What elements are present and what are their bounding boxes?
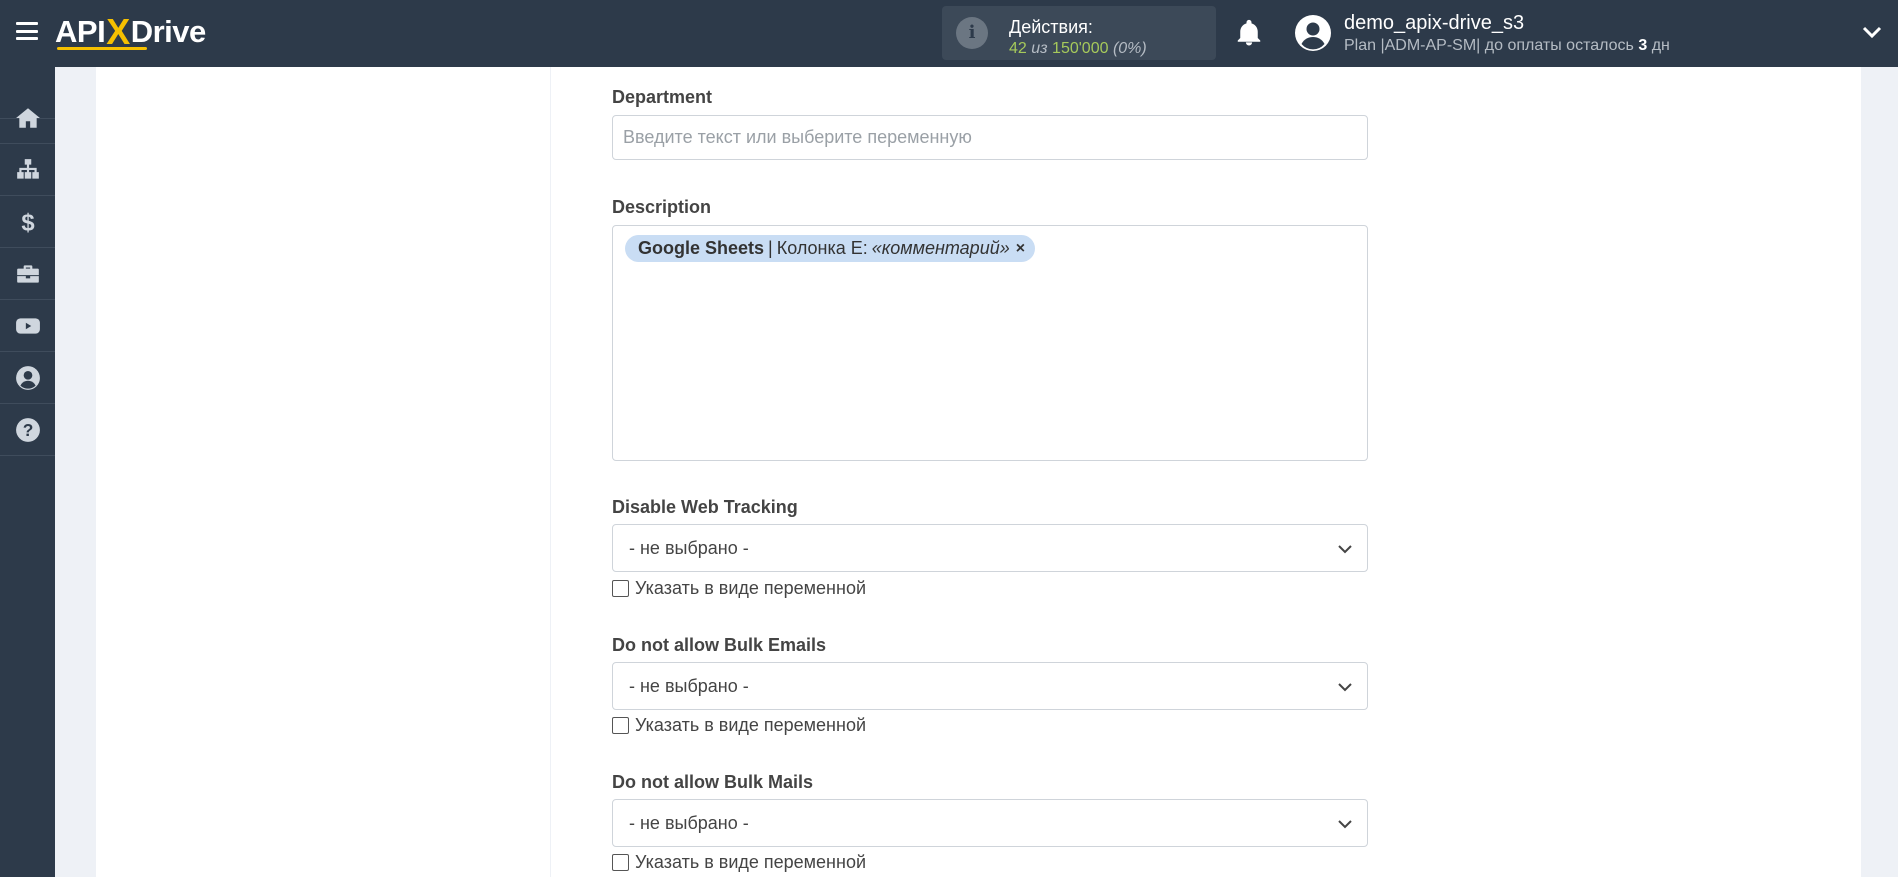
youtube-icon xyxy=(15,317,40,334)
apix-drive-logo[interactable]: API X Drive xyxy=(55,11,207,52)
chevron-down-icon[interactable] xyxy=(1862,24,1882,40)
briefcase-icon xyxy=(16,264,39,283)
bell-icon[interactable] xyxy=(1234,18,1264,48)
plan-text: Plan |ADM-AP-SM| до оплаты осталось xyxy=(1344,37,1634,54)
logo-underline xyxy=(57,47,147,50)
tag-variable: «комментарий» xyxy=(871,238,1010,258)
disable-web-tracking-label: Disable Web Tracking xyxy=(612,497,798,517)
bulk-mails-checkbox-label: Указать в виде переменной xyxy=(635,852,867,872)
disable-web-tracking-checkbox-label: Указать в виде переменной xyxy=(635,578,867,598)
bulk-emails-label: Do not allow Bulk Emails xyxy=(612,635,827,655)
sidebar-item-video[interactable] xyxy=(0,300,55,352)
description-textarea[interactable]: Google Sheets | Колонка E: «комментарий»… xyxy=(612,225,1368,461)
tag-separator: | xyxy=(768,238,773,258)
svg-text:?: ? xyxy=(22,419,33,439)
disable-web-tracking-variable-row[interactable]: Указать в виде переменной xyxy=(612,578,866,599)
actions-counter[interactable]: i Действия: 42 из 150'000 (0%) xyxy=(942,6,1216,60)
actions-stats: 42 из 150'000 (0%) xyxy=(1009,40,1147,58)
tag-column: Колонка E: xyxy=(776,238,868,258)
bulk-mails-value: - не выбрано - xyxy=(629,813,749,833)
logo-drive: Drive xyxy=(130,14,207,49)
sidebar-item-home-icon-wrap[interactable] xyxy=(0,92,55,144)
main-panel xyxy=(551,67,1861,877)
sidebar-item-billing[interactable]: $ xyxy=(0,196,55,248)
bulk-mails-checkbox[interactable] xyxy=(612,854,629,871)
disable-web-tracking-select[interactable]: - не выбрано - xyxy=(612,524,1368,572)
user-plan: Plan |ADM-AP-SM| до оплаты осталось 3 дн xyxy=(1344,37,1670,55)
bulk-mails-select[interactable]: - не выбрано - xyxy=(612,799,1368,847)
actions-percent: (0%) xyxy=(1112,40,1147,57)
tag-remove-icon[interactable]: × xyxy=(1016,240,1025,258)
help-icon: ? xyxy=(15,417,40,442)
description-label: Description xyxy=(612,197,712,217)
sidebar-item-profile[interactable] xyxy=(0,352,55,404)
disable-web-tracking-checkbox[interactable] xyxy=(612,580,629,597)
sidebar: $ ? xyxy=(0,67,55,877)
disable-web-tracking-value: - не выбрано - xyxy=(629,538,749,558)
variable-tag[interactable]: Google Sheets | Колонка E: «комментарий»… xyxy=(625,235,1036,262)
sidebar-item-services[interactable] xyxy=(0,248,55,300)
bulk-mails-variable-row[interactable]: Указать в виде переменной xyxy=(612,852,866,873)
svg-text:$: $ xyxy=(21,209,34,234)
bulk-emails-value: - не выбрано - xyxy=(629,676,749,696)
home-icon xyxy=(15,107,40,128)
chevron-down-icon xyxy=(1338,683,1352,692)
left-panel xyxy=(96,67,550,877)
plan-days-suffix: дн xyxy=(1651,37,1670,54)
plan-days: 3 xyxy=(1638,37,1648,54)
top-bar: API X Drive i Действия: 42 из 150'000 (0%)… xyxy=(0,0,1898,67)
info-icon: i xyxy=(956,17,988,49)
bulk-emails-variable-row[interactable]: Указать в виде переменной xyxy=(612,715,866,736)
bulk-emails-select[interactable]: - не выбрано - xyxy=(612,662,1368,710)
chevron-down-icon xyxy=(1338,820,1352,829)
avatar-icon[interactable] xyxy=(1295,15,1331,51)
department-label: Department xyxy=(612,87,713,107)
sidebar-item-connections[interactable] xyxy=(0,144,55,196)
chevron-down-icon xyxy=(1338,545,1352,554)
actions-title: Действия: xyxy=(1009,17,1093,37)
actions-total: 150'000 xyxy=(1052,40,1109,57)
menu-icon[interactable] xyxy=(16,22,38,40)
department-input[interactable] xyxy=(612,115,1368,160)
actions-used: 42 xyxy=(1009,40,1027,57)
tag-source: Google Sheets xyxy=(638,238,765,258)
bulk-mails-label: Do not allow Bulk Mails xyxy=(612,772,814,792)
logo-api: API xyxy=(55,14,106,49)
bulk-emails-checkbox-label: Указать в виде переменной xyxy=(635,715,867,735)
sidebar-item-help[interactable]: ? xyxy=(0,404,55,456)
user-name[interactable]: demo_apix-drive_s3 xyxy=(1344,12,1524,35)
user-icon xyxy=(15,365,40,390)
dollar-icon: $ xyxy=(21,209,34,234)
actions-of: из xyxy=(1031,40,1048,57)
sitemap-icon xyxy=(16,158,39,179)
bulk-emails-checkbox[interactable] xyxy=(612,717,629,734)
